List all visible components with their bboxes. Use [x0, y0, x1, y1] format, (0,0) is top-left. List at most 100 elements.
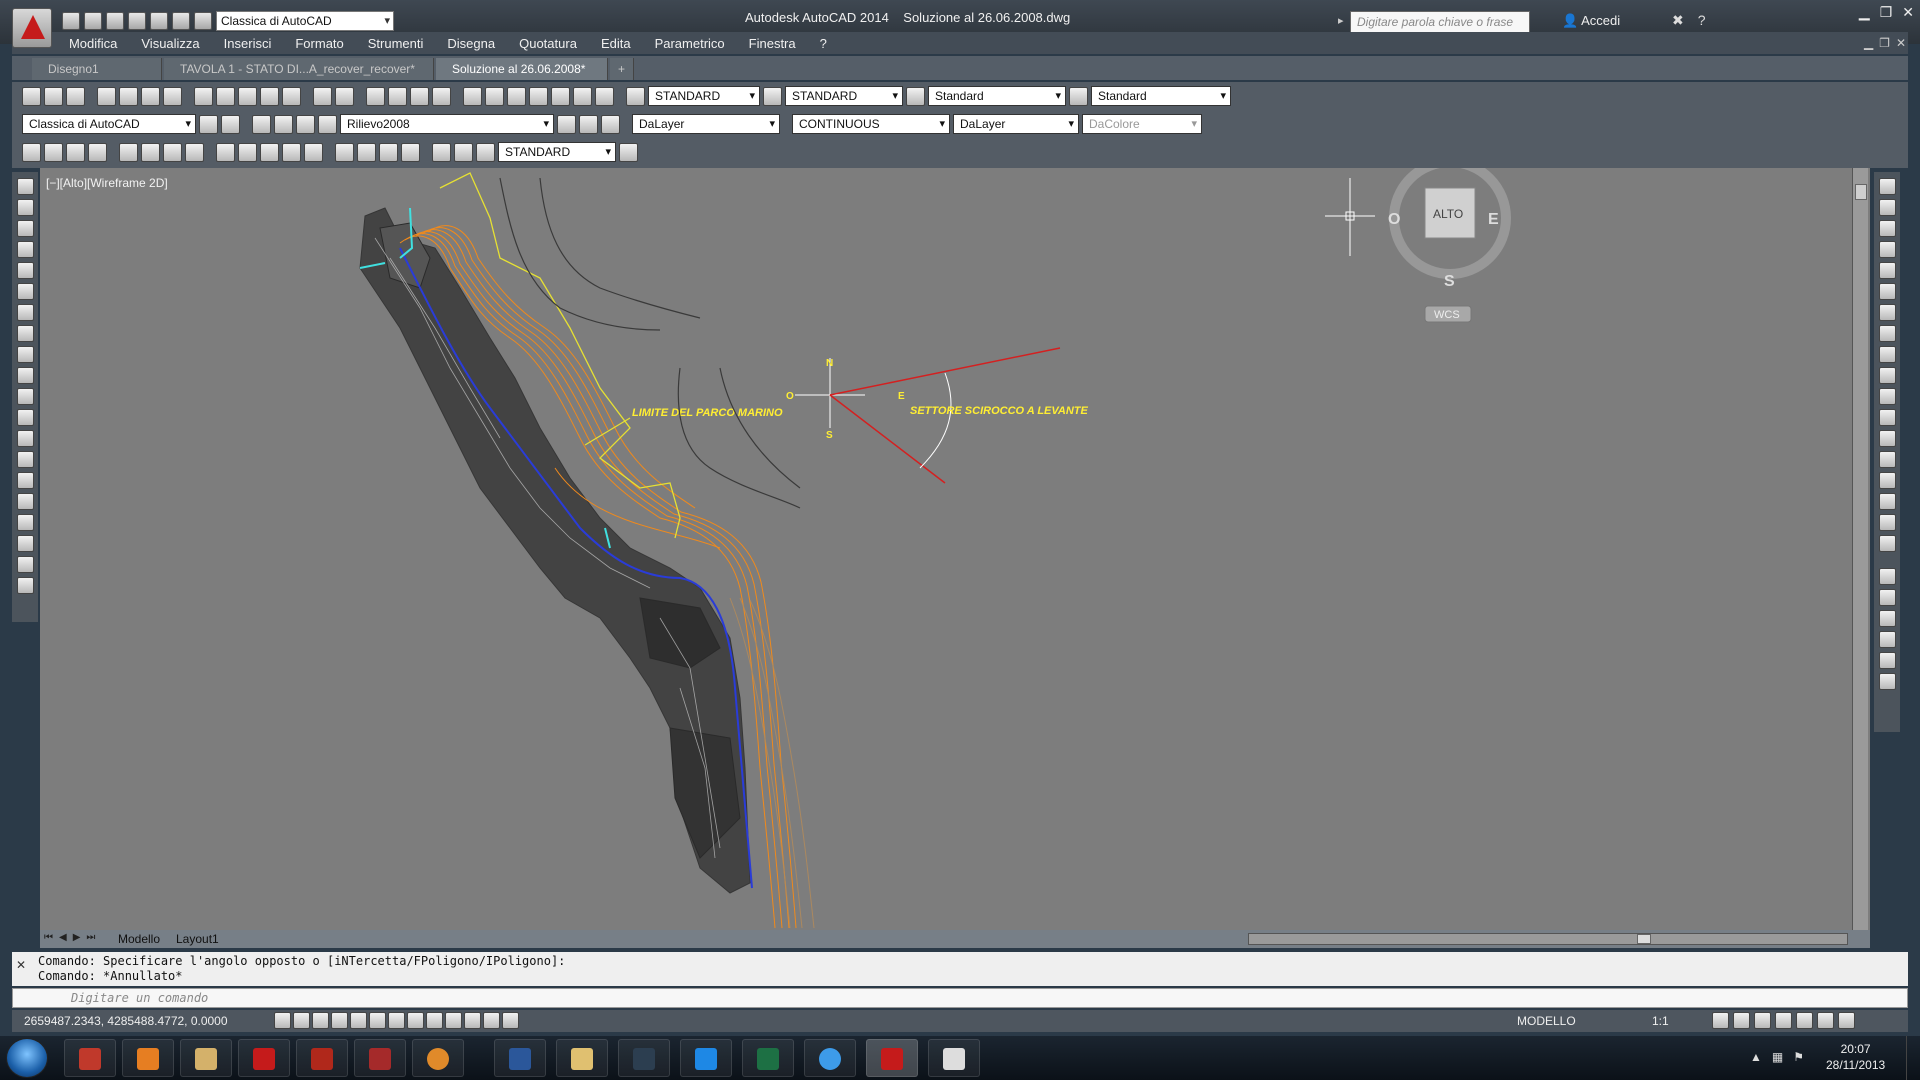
minimize-icon[interactable]: ▁ [1859, 4, 1870, 21]
plot-icon[interactable] [97, 86, 116, 106]
properties-icon[interactable] [463, 86, 482, 106]
clean-screen-icon[interactable] [1838, 1012, 1855, 1029]
menu-modifica[interactable]: Modifica [57, 36, 129, 51]
color-select[interactable]: DaLayer [632, 114, 780, 134]
vertical-scroll-thumb[interactable] [1855, 184, 1867, 200]
next-layout-icon[interactable]: ▶ [73, 932, 81, 943]
zoom-previous-icon[interactable] [432, 86, 451, 106]
dim-break-icon[interactable] [304, 142, 323, 162]
command-input[interactable]: Digitare un comando [12, 988, 1908, 1008]
hatch-to-back-icon[interactable] [1878, 673, 1896, 690]
search-expand-icon[interactable]: ▸ [1338, 14, 1344, 27]
text-style-select[interactable]: STANDARD [648, 86, 760, 106]
array-icon[interactable] [1878, 262, 1896, 279]
taskbar-app-media-icon[interactable] [412, 1039, 464, 1077]
layer-states-icon[interactable] [601, 114, 620, 134]
viewcube-south[interactable]: S [1444, 273, 1455, 290]
workspace-select[interactable]: Classica di AutoCAD [216, 11, 394, 31]
fillet-icon[interactable] [1878, 493, 1896, 510]
radius-icon[interactable] [119, 142, 138, 162]
show-hidden-icons-icon[interactable]: ▲ [1750, 1050, 1762, 1064]
menu-visualizza[interactable]: Visualizza [129, 36, 211, 51]
menu-disegna[interactable]: Disegna [435, 36, 507, 51]
table-style-icon[interactable] [906, 86, 925, 106]
taskbar-app-autocad-active-icon[interactable] [866, 1039, 918, 1077]
markup-icon[interactable] [551, 86, 570, 106]
aligned-dim-icon[interactable] [44, 142, 63, 162]
viewcube-east[interactable]: E [1488, 211, 1499, 228]
copy-icon[interactable] [216, 86, 235, 106]
application-menu-button[interactable] [12, 8, 52, 48]
polygon-icon[interactable] [16, 241, 34, 258]
undo-icon[interactable] [313, 86, 332, 106]
start-button[interactable] [6, 1038, 48, 1078]
mleader-style-select[interactable]: Standard [1091, 86, 1231, 106]
mirror-icon[interactable] [1878, 220, 1896, 237]
workspace-settings-icon[interactable] [199, 114, 218, 134]
join-icon[interactable] [1878, 451, 1896, 468]
taskbar-app-autocad-icon[interactable] [238, 1039, 290, 1077]
quick-properties-icon[interactable] [502, 1012, 519, 1029]
arc-icon[interactable] [16, 283, 34, 300]
drawing-area[interactable]: LIMITE DEL PARCO MARINO N S E O SETTORE … [40, 168, 1870, 930]
dim-style-dropdown[interactable]: STANDARD [498, 142, 616, 162]
polyline-icon[interactable] [16, 220, 34, 237]
region-icon[interactable] [16, 514, 34, 531]
action-center-flag-icon[interactable]: ⚑ [1793, 1050, 1804, 1064]
draw-order-under-icon[interactable] [1878, 631, 1896, 648]
workspace-dropdown[interactable]: Classica di AutoCAD [22, 114, 196, 134]
pan-icon[interactable] [366, 86, 385, 106]
dim-text-edit-icon[interactable] [454, 142, 473, 162]
prev-layout-icon[interactable]: ◀ [59, 932, 67, 943]
system-clock[interactable]: 20:07 28/11/2013 [1826, 1041, 1885, 1073]
polar-icon[interactable] [350, 1012, 367, 1029]
redo-icon[interactable] [335, 86, 354, 106]
center-mark-icon[interactable] [357, 142, 376, 162]
multiline-text-icon[interactable] [16, 556, 34, 573]
draw-order-front-icon[interactable] [1878, 568, 1896, 585]
restore-icon[interactable]: ❐ [1880, 4, 1893, 21]
draw-order-above-icon[interactable] [1878, 610, 1896, 627]
circle-icon[interactable] [16, 304, 34, 321]
baseline-icon[interactable] [238, 142, 257, 162]
wcs-menu[interactable]: WCS [1434, 309, 1460, 321]
doc-minimize-icon[interactable]: ▁ [1864, 36, 1873, 50]
dim-style-icon[interactable] [763, 86, 782, 106]
quick-dim-icon[interactable] [216, 142, 235, 162]
workspace-switch-icon[interactable] [1754, 1012, 1771, 1029]
continue-icon[interactable] [260, 142, 279, 162]
taskbar-app-teamviewer-icon[interactable] [680, 1039, 732, 1077]
customize-icon[interactable] [221, 114, 240, 134]
doc-restore-icon[interactable]: ❐ [1879, 36, 1890, 50]
taskbar-app-pdf3-icon[interactable] [354, 1039, 406, 1077]
plot-icon[interactable] [150, 12, 168, 30]
menu-formato[interactable]: Formato [283, 36, 355, 51]
dim-edit-icon[interactable] [432, 142, 451, 162]
grid-icon[interactable] [312, 1012, 329, 1029]
sun-icon[interactable] [296, 114, 315, 134]
taskbar-app-explorer2-icon[interactable] [556, 1039, 608, 1077]
ellipse-icon[interactable] [16, 367, 34, 384]
dim-style-select[interactable]: STANDARD [785, 86, 903, 106]
auto-scale-icon[interactable] [1733, 1012, 1750, 1029]
dim-style-manager-icon[interactable] [619, 142, 638, 162]
taskbar-app-pdf2-icon[interactable] [296, 1039, 348, 1077]
taskbar-app-pdf-icon[interactable] [64, 1039, 116, 1077]
open-icon[interactable] [84, 12, 102, 30]
rotate-icon[interactable] [1878, 304, 1896, 321]
ducs-icon[interactable] [426, 1012, 443, 1029]
revision-cloud-icon[interactable] [16, 325, 34, 342]
table-icon[interactable] [16, 535, 34, 552]
table-style-select[interactable]: Standard [928, 86, 1066, 106]
new-icon[interactable] [22, 86, 41, 106]
horizontal-scroll-thumb[interactable] [1637, 934, 1651, 944]
help-icon[interactable] [595, 86, 614, 106]
ordinate-icon[interactable] [88, 142, 107, 162]
design-center-icon[interactable] [485, 86, 504, 106]
open-icon[interactable] [44, 86, 63, 106]
show-desktop-button[interactable] [1906, 1036, 1920, 1080]
make-block-icon[interactable] [16, 430, 34, 447]
doc-close-icon[interactable]: ✕ [1896, 36, 1906, 50]
hardware-acceleration-icon[interactable] [1796, 1012, 1813, 1029]
stretch-icon[interactable] [1878, 346, 1896, 363]
